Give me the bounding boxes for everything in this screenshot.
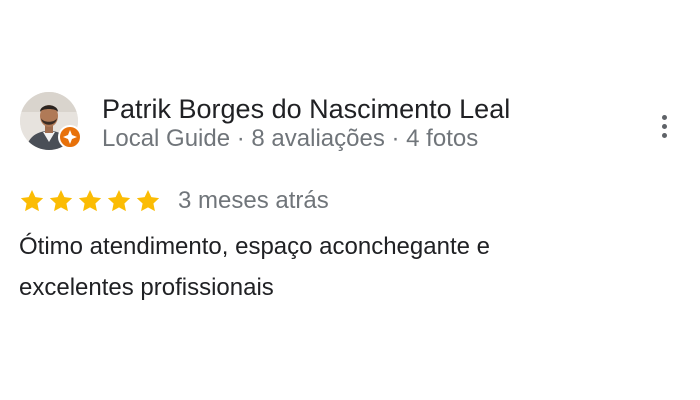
more-options-icon[interactable] — [650, 108, 678, 144]
review-card: Patrik Borges do Nascimento Leal Local G… — [0, 0, 700, 400]
reviewer-name[interactable]: Patrik Borges do Nascimento Leal — [102, 92, 510, 126]
review-text: Ótimo atendimento, espaço aconchegante e… — [19, 233, 490, 301]
dot — [661, 114, 667, 120]
star-rating — [19, 188, 161, 214]
star-icon — [49, 189, 73, 212]
dot — [661, 132, 667, 138]
rating-row: 3 meses atrás — [19, 186, 329, 216]
reviewer-meta[interactable]: Local Guide · 8 avaliações · 4 fotos — [102, 124, 478, 154]
star-icon — [78, 189, 102, 212]
reviewer-avatar[interactable] — [20, 92, 82, 150]
star-icon — [107, 189, 131, 212]
local-guide-badge-icon — [58, 125, 82, 149]
star-icon — [136, 189, 160, 212]
review-date: 3 meses atrás — [178, 187, 329, 214]
dot — [661, 123, 667, 129]
star-icon — [20, 189, 44, 212]
